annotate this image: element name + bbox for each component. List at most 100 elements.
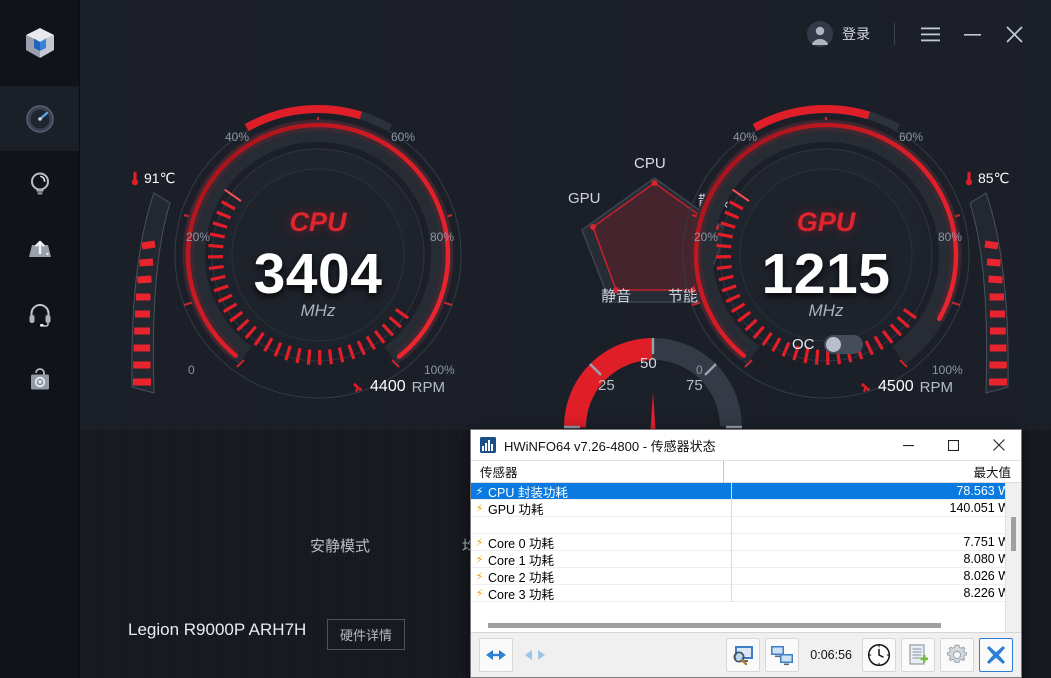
table-row[interactable]: ⚡ Core 3 功耗 8.226 W <box>471 584 1021 602</box>
logging-button[interactable] <box>901 638 935 672</box>
quiet-mode-label[interactable]: 安静模式 <box>310 535 370 556</box>
legion-cube-logo[interactable] <box>0 0 79 86</box>
vertical-scrollbar-thumb[interactable] <box>1011 517 1016 551</box>
lightbulb-icon <box>30 172 49 194</box>
close-button[interactable] <box>993 14 1035 54</box>
row-divider <box>731 516 732 534</box>
expand-columns-button[interactable] <box>479 638 513 672</box>
table-row[interactable]: ⚡ Core 1 功耗 8.080 W <box>471 550 1021 568</box>
remote-monitor-button[interactable] <box>765 638 800 672</box>
sidebar-item-store[interactable] <box>0 346 79 411</box>
login-label: 登录 <box>842 26 870 42</box>
hwinfo-column-header: 传感器 最大值 <box>471 460 1021 483</box>
cpu-tick-100: 100% <box>424 363 455 377</box>
sensor-max-value: 78.563 W <box>956 484 1010 498</box>
dashboard-gauge-icon <box>25 104 54 133</box>
gpu-temp-bar <box>969 192 1009 394</box>
minimize-icon <box>903 444 914 446</box>
cpu-gauge-value: 3404 <box>253 242 383 306</box>
dial-tick-50: 50 <box>640 355 657 372</box>
gpu-gauge-title: GPU <box>796 207 856 237</box>
user-avatar-icon <box>807 21 833 47</box>
hwinfo-toolbar: 0:06:56 <box>471 632 1021 677</box>
sensor-max-value: 8.226 W <box>963 586 1010 600</box>
gpu-gauge-unit: MHz <box>808 301 844 320</box>
column-header-max[interactable]: 最大值 <box>724 462 1021 481</box>
cpu-tick-60: 60% <box>391 130 416 144</box>
cpu-rpm-unit: RPM <box>411 378 445 396</box>
hwinfo-toolbar-close-button[interactable] <box>979 638 1013 672</box>
table-row[interactable]: ⚡ Core 0 功耗 7.751 W <box>471 533 1021 551</box>
close-icon <box>992 439 1005 451</box>
sidebar <box>0 0 80 678</box>
gpu-tick-0: 0 <box>696 363 703 377</box>
collapse-arrows-icon <box>525 650 545 660</box>
cpu-fan-rpm: 4400 RPM <box>248 378 548 396</box>
polling-interval-button[interactable] <box>862 638 896 672</box>
column-header-sensor[interactable]: 传感器 <box>471 462 723 481</box>
login-button[interactable]: 登录 <box>797 15 880 53</box>
power-bolt-icon: ⚡ <box>475 536 484 549</box>
titlebar-divider <box>894 23 895 45</box>
elapsed-timer: 0:06:56 <box>810 648 852 662</box>
sensor-detail-button[interactable] <box>726 638 761 672</box>
cpu-tick-80: 80% <box>430 230 455 244</box>
vertical-scrollbar[interactable] <box>1005 483 1021 634</box>
hamburger-menu-icon <box>920 27 940 41</box>
table-row[interactable]: ⚡ CPU 封装功耗 78.563 W <box>471 483 1021 500</box>
gpu-oc-control[interactable]: OC <box>792 335 863 354</box>
sensor-max-value: 8.080 W <box>963 552 1010 566</box>
fan-icon <box>353 382 362 392</box>
close-icon <box>1005 25 1023 43</box>
hwinfo-minimize-button[interactable] <box>886 430 931 461</box>
fan-icon <box>861 382 870 392</box>
gpu-tick-40: 40% <box>733 130 758 144</box>
sidebar-item-lighting[interactable] <box>0 151 79 216</box>
clock-icon <box>867 643 891 667</box>
thermometer-icon <box>965 171 973 186</box>
minimize-icon <box>963 33 981 36</box>
hwinfo-icon <box>480 437 496 453</box>
sensor-max-value: 8.026 W <box>963 569 1010 583</box>
collapse-columns-button[interactable] <box>518 638 552 672</box>
power-bolt-icon: ⚡ <box>475 587 484 600</box>
sidebar-item-upgrade[interactable] <box>0 216 79 281</box>
table-row[interactable]: ⚡ Core 2 功耗 8.026 W <box>471 567 1021 585</box>
oc-toggle[interactable] <box>823 335 863 354</box>
sidebar-item-dashboard[interactable] <box>0 86 79 151</box>
hwinfo-close-button[interactable] <box>976 430 1021 461</box>
power-bolt-icon: ⚡ <box>475 553 484 566</box>
menu-button[interactable] <box>909 14 951 54</box>
expand-arrows-icon <box>486 650 506 660</box>
radar-label-cpu: CPU <box>634 155 666 172</box>
table-row[interactable] <box>471 516 1021 534</box>
window-titlebar: 登录 <box>797 0 1051 68</box>
add-log-file-icon <box>909 644 928 665</box>
hardware-detail-button[interactable]: 硬件详情 <box>327 619 406 650</box>
hwinfo-title-text: HWiNFO64 v7.26-4800 - 传感器状态 <box>504 438 716 454</box>
horizontal-scrollbar-thumb[interactable] <box>488 623 941 628</box>
close-x-icon <box>987 646 1005 664</box>
maximize-icon <box>948 439 959 451</box>
cpu-temp-value: 91℃ <box>144 170 176 186</box>
sensor-name: GPU 功耗 <box>488 502 544 517</box>
thermometer-icon <box>131 171 139 186</box>
minimize-button[interactable] <box>951 14 993 54</box>
cpu-tick-40: 40% <box>225 130 250 144</box>
hwinfo-maximize-button[interactable] <box>931 430 976 461</box>
cpu-rpm-value: 4400 <box>370 378 406 395</box>
settings-button[interactable] <box>940 638 974 672</box>
hwinfo-sensor-list[interactable]: ⚡ CPU 封装功耗 78.563 W ⚡ GPU 功耗 140.051 W ⚡… <box>471 483 1021 634</box>
oc-label: OC <box>792 336 815 353</box>
sensor-max-value: 140.051 W <box>949 501 1010 515</box>
sidebar-item-support[interactable] <box>0 281 79 346</box>
power-bolt-icon: ⚡ <box>475 485 484 498</box>
cpu-temperature: 91℃ <box>130 170 175 187</box>
table-row[interactable]: ⚡ GPU 功耗 140.051 W <box>471 499 1021 517</box>
remote-monitors-icon <box>771 646 794 666</box>
gpu-rpm-value: 4500 <box>878 378 914 395</box>
hwinfo-titlebar: HWiNFO64 v7.26-4800 - 传感器状态 <box>471 430 1021 461</box>
radar-label-gpu: GPU <box>568 190 601 207</box>
oc-toggle-knob <box>825 337 841 352</box>
upgrade-tray-icon <box>28 240 51 257</box>
